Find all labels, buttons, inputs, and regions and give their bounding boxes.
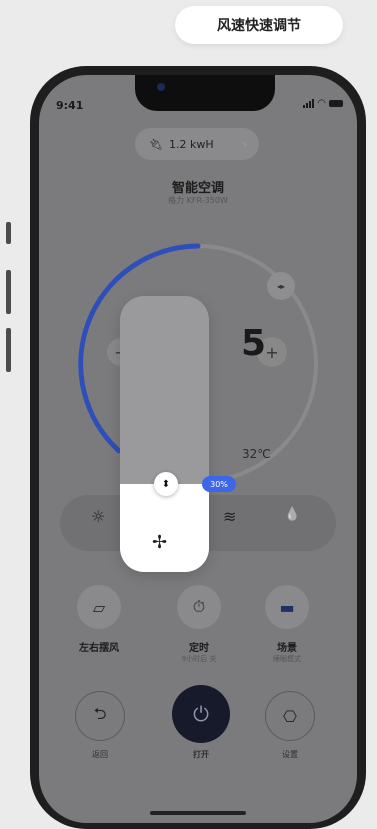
back-label: 返回 bbox=[92, 750, 108, 759]
drop-icon[interactable]: 💧 bbox=[284, 507, 300, 522]
signal-icon bbox=[303, 99, 315, 108]
power-usage-pill[interactable]: 🔌︎ 1.2 kwH › bbox=[135, 128, 259, 160]
phone-frame: 9:41 ◠ 🔌︎ 1.2 kwH › 智能空调 格力 KFR-350W ◂▸ … bbox=[30, 66, 366, 829]
timer-icon: ⏱ bbox=[192, 597, 206, 616]
fan-speed-fill bbox=[120, 484, 209, 572]
dynamic-island bbox=[135, 75, 275, 111]
swing-icon: ▱ bbox=[92, 597, 106, 617]
settings-label: 设置 bbox=[282, 750, 298, 759]
battery-icon bbox=[329, 100, 343, 107]
back-button[interactable]: ⮌ bbox=[75, 691, 125, 741]
wind-icon[interactable]: ≋ bbox=[223, 507, 236, 526]
power-label: 打开 bbox=[193, 750, 209, 759]
status-icons: ◠ bbox=[303, 98, 343, 109]
sun-icon[interactable]: ☼ bbox=[91, 507, 105, 526]
scene-subtext: 睡眠模式 bbox=[273, 655, 301, 663]
chevron-right-icon: › bbox=[242, 137, 247, 151]
timer-subtext: 9小时后 关 bbox=[181, 655, 217, 663]
outdoor-temperature: 32℃ bbox=[242, 447, 271, 461]
device-name: 智能空调 bbox=[171, 181, 224, 196]
power-icon: ⏻ bbox=[193, 702, 209, 726]
swing-button[interactable]: ▱ bbox=[77, 585, 121, 629]
phone-mute-switch bbox=[6, 222, 11, 244]
camera-dot bbox=[157, 83, 165, 91]
settings-button[interactable]: ⎔ bbox=[265, 691, 315, 741]
phone-volume-down bbox=[6, 328, 11, 372]
wifi-icon: ◠ bbox=[317, 98, 326, 109]
phone-volume-up bbox=[6, 270, 11, 314]
power-button[interactable]: ⏻ bbox=[172, 685, 230, 743]
status-time: 9:41 bbox=[56, 99, 84, 112]
app-screen: 9:41 ◠ 🔌︎ 1.2 kwH › 智能空调 格力 KFR-350W ◂▸ … bbox=[39, 75, 357, 823]
swing-label: 左右摆风 bbox=[79, 643, 119, 654]
home-indicator bbox=[150, 811, 246, 815]
scene-label: 场景 bbox=[277, 643, 297, 654]
fan-speed-knob[interactable]: ⬍ bbox=[154, 472, 178, 496]
feature-caption: 风速快速调节 bbox=[175, 6, 343, 44]
device-model: 格力 KFR-350W bbox=[168, 196, 228, 205]
timer-label: 定时 bbox=[189, 643, 209, 654]
fan-speed-slider[interactable]: ⬍ bbox=[120, 296, 209, 572]
fan-speed-percent: 30% bbox=[202, 476, 236, 492]
plug-icon: 🔌︎ bbox=[149, 137, 163, 151]
gear-icon: ⎔ bbox=[283, 706, 297, 726]
scene-button[interactable]: ▬ bbox=[265, 585, 309, 629]
target-temperature: 5 bbox=[241, 323, 267, 364]
power-value: 1.2 kwH bbox=[168, 137, 214, 151]
fan-icon: ✢ bbox=[152, 532, 168, 553]
undo-icon: ⮌ bbox=[93, 703, 107, 723]
timer-button[interactable]: ⏱ bbox=[177, 585, 221, 629]
dial-handle[interactable]: ◂▸ bbox=[267, 272, 295, 300]
bed-icon: ▬ bbox=[279, 597, 295, 617]
